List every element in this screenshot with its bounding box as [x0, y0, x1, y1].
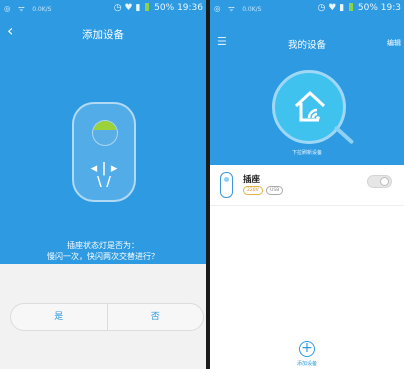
device-power-toggle[interactable] — [367, 175, 392, 188]
page-title: 添加设备 — [82, 29, 124, 41]
pull-refresh-hint: 下拉刷新设备 — [291, 150, 322, 156]
battery-percent: 50% — [357, 3, 378, 13]
add-device-area: + 添加设备 — [210, 337, 404, 367]
heart-icon: ♥ — [124, 3, 133, 13]
network-speed: 0.0K/S — [242, 6, 262, 13]
wifi-icon: ᯤ — [17, 4, 25, 13]
clock: 19:3 — [380, 3, 401, 13]
socket-illustration: ◂ | ▸ \ / — [72, 102, 136, 202]
battery-percent: 50% — [154, 3, 175, 13]
socket-slots: ◂ | ▸ \ / — [90, 161, 118, 190]
yes-no-choice: 是 否 — [10, 303, 204, 331]
status-bar: ◎ ᯤ 0.0K/S ◷ ♥ ▮ 50% 19:36 — [0, 0, 206, 18]
network-speed: 0.0K/S — [32, 6, 52, 13]
signal-icon: ▮ — [339, 3, 345, 13]
my-devices-screen: ◎ ᯤ 0.0K/S ◷ ♥ ▮ 50% 19:3 ☰ 我的设备 编辑 下拉刷新… — [210, 0, 404, 369]
home-wifi-icon — [294, 91, 326, 122]
led-question: 插座状态灯是否为： 慢闪一次，快闪两次交替进行？ — [0, 240, 206, 262]
question-line-1: 插座状态灯是否为： — [67, 241, 139, 250]
yes-button[interactable]: 是 — [11, 304, 107, 330]
no-button[interactable]: 否 — [108, 304, 204, 330]
hero-panel: ‹ 添加设备 ◂ | ▸ \ / 插座状态灯是否为： 慢闪一次，快闪两次交替进行？ — [0, 18, 206, 264]
add-icon[interactable]: + — [299, 341, 315, 357]
device-row[interactable]: 插座 220V USB — [210, 168, 404, 206]
add-device-label[interactable]: 添加设备 — [210, 360, 404, 367]
alarm-icon: ◷ — [113, 3, 122, 13]
chip-220v: 220V — [243, 186, 263, 195]
status-bar: ◎ ᯤ 0.0K/S ◷ ♥ ▮ 50% 19:3 — [210, 0, 404, 18]
device-chips: 220V USB — [243, 186, 285, 195]
target-icon: ◎ — [214, 4, 221, 13]
signal-icon: ▮ — [135, 3, 141, 13]
hero-panel: ☰ 我的设备 编辑 下拉刷新设备 — [210, 18, 404, 165]
page-title: 我的设备 — [287, 40, 326, 51]
chip-usb: USB — [266, 186, 284, 195]
wifi-icon: ᯤ — [227, 4, 235, 13]
battery-icon — [349, 3, 354, 11]
battery-icon — [145, 3, 150, 11]
heart-icon: ♥ — [328, 3, 337, 13]
toggle-knob — [380, 177, 389, 186]
magnifier-handle — [333, 125, 355, 145]
add-device-screen: ◎ ᯤ 0.0K/S ◷ ♥ ▮ 50% 19:36 ‹ 添加设备 ◂ | ▸ \… — [0, 0, 206, 369]
clock: 19:36 — [177, 3, 203, 13]
edit-button[interactable]: 编辑 — [387, 38, 401, 48]
status-led — [92, 120, 118, 146]
target-icon: ◎ — [4, 4, 11, 13]
device-name: 插座 — [243, 175, 261, 185]
home-circle[interactable] — [272, 70, 346, 144]
question-line-2: 慢闪一次，快闪两次交替进行？ — [47, 252, 159, 261]
alarm-icon: ◷ — [317, 3, 326, 13]
plug-icon — [220, 172, 233, 198]
